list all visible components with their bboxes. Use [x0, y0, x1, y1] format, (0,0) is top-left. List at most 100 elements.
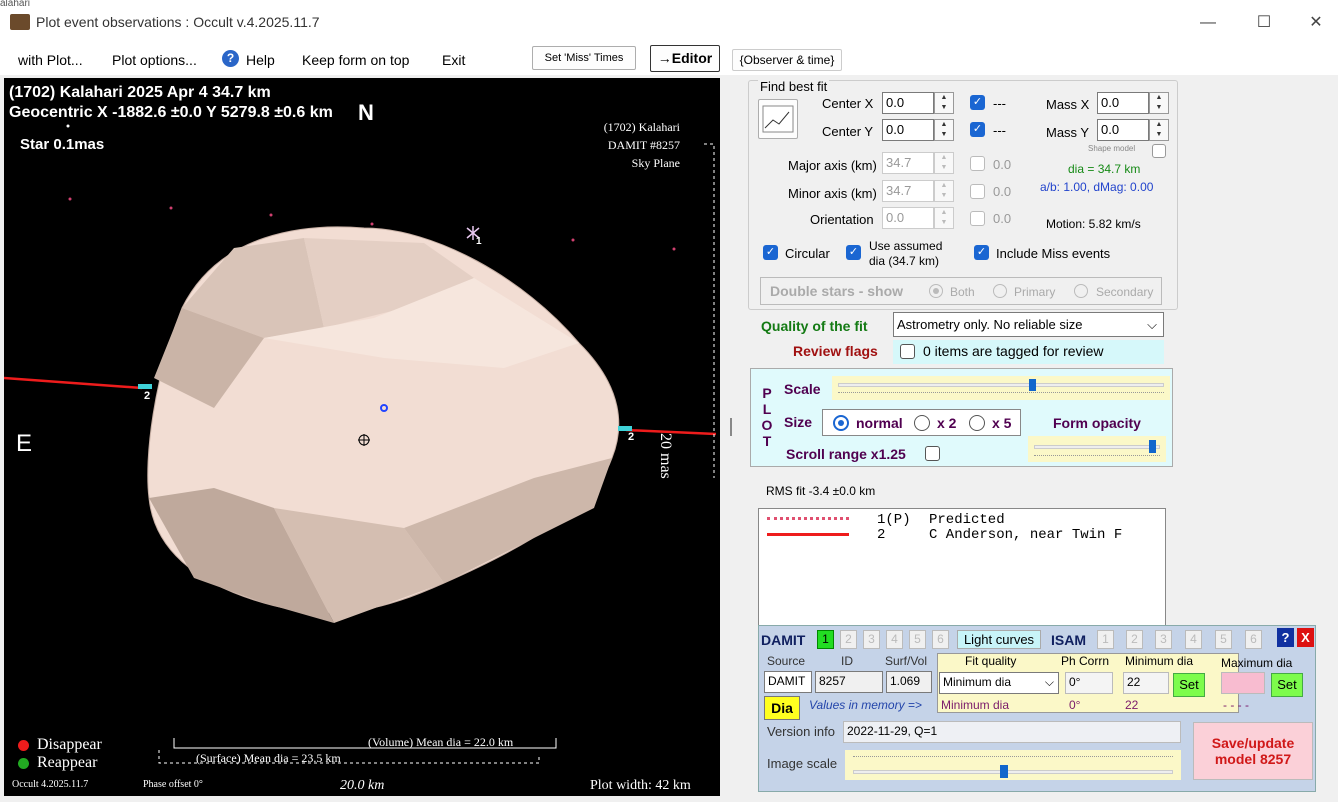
- plot-canvas[interactable]: (1702) Kalahari 2025 Apr 4 34.7 km Geoce…: [4, 78, 720, 796]
- mass-y-input[interactable]: 0.0: [1097, 119, 1149, 141]
- menu-bar: with Plot... Plot options... ? Help Keep…: [0, 45, 1338, 75]
- quality-select[interactable]: Astrometry only. No reliable size ⌵: [893, 312, 1164, 337]
- ph-corr-field[interactable]: 0°: [1065, 672, 1113, 694]
- opacity-slider-thumb[interactable]: [1149, 440, 1157, 453]
- mass-y-spinner[interactable]: ▲ ▼: [1149, 119, 1169, 141]
- menu-exit[interactable]: Exit: [436, 50, 471, 70]
- both-radio[interactable]: [929, 284, 943, 298]
- image-scale-thumb[interactable]: [1000, 765, 1008, 778]
- find-best-fit-button[interactable]: [758, 99, 798, 139]
- fit-quality-select[interactable]: Minimum dia ⌵: [939, 672, 1059, 694]
- shape-model-checkbox[interactable]: [1152, 144, 1166, 158]
- primary-radio[interactable]: [993, 284, 1007, 298]
- star-size-dot: [66, 124, 70, 128]
- isam-model-4[interactable]: 4: [1185, 630, 1202, 649]
- menu-help[interactable]: Help: [240, 50, 281, 70]
- chevron-down-icon: ⌵: [1147, 317, 1157, 332]
- min-dia-field[interactable]: 22: [1123, 672, 1169, 694]
- plot-title-line2: Geocentric X -1882.6 ±0.0 Y 5279.8 ±0.6 …: [9, 104, 333, 121]
- scroll-range-label: Scroll range x1.25: [786, 446, 906, 462]
- list-item[interactable]: 2C Anderson, near Twin F: [877, 527, 1122, 543]
- orientation-spinner[interactable]: ▲ ▼: [934, 207, 954, 229]
- observer-list[interactable]: 1(P) Predicted 2C Anderson, near Twin F: [758, 508, 1166, 626]
- major-axis-input[interactable]: 34.7: [882, 152, 934, 174]
- minor-axis-input[interactable]: 34.7: [882, 180, 934, 202]
- minor-axis-spinner[interactable]: ▲ ▼: [934, 180, 954, 202]
- chord-left-number: 2: [144, 390, 151, 402]
- size-x5-radio[interactable]: [969, 415, 985, 431]
- footer-version: Occult 4.2025.11.7: [12, 779, 89, 790]
- damit-model-6[interactable]: 6: [932, 630, 949, 649]
- isam-model-6[interactable]: 6: [1245, 630, 1262, 649]
- set-max-dia-button[interactable]: Set: [1271, 673, 1303, 697]
- orientation-input[interactable]: 0.0: [882, 207, 934, 229]
- menu-with-plot[interactable]: with Plot...: [12, 50, 89, 70]
- splitter-handle[interactable]: [730, 418, 732, 436]
- review-flags-checkbox[interactable]: [900, 344, 915, 359]
- editor-button[interactable]: →Editor: [650, 45, 720, 72]
- volume-dia-label: (Volume) Mean dia = 22.0 km: [368, 735, 514, 749]
- center-y-input[interactable]: 0.0: [882, 119, 934, 141]
- damit-model-4[interactable]: 4: [886, 630, 903, 649]
- isam-model-5[interactable]: 5: [1215, 630, 1232, 649]
- predicted-line-key: [767, 517, 849, 520]
- mass-x-input[interactable]: 0.0: [1097, 92, 1149, 114]
- light-curves-button[interactable]: Light curves: [957, 630, 1041, 649]
- asteroid-shape-svg: [4, 124, 717, 764]
- source-field[interactable]: DAMIT: [764, 671, 812, 693]
- orientation-checkbox[interactable]: [970, 211, 985, 226]
- menu-keep-on-top[interactable]: Keep form on top: [296, 50, 415, 70]
- dia-label: dia = 34.7 km: [1068, 162, 1141, 176]
- image-scale-slider[interactable]: [845, 750, 1181, 780]
- use-assumed-checkbox[interactable]: ✓: [846, 245, 861, 260]
- background-window-text: alahari: [0, 0, 31, 9]
- surf-vol-field[interactable]: 1.069: [886, 671, 932, 693]
- center-x-spinner[interactable]: ▲ ▼: [934, 92, 954, 114]
- help-button[interactable]: ?: [1277, 628, 1294, 647]
- isam-model-3[interactable]: 3: [1155, 630, 1172, 649]
- major-axis-spinner[interactable]: ▲ ▼: [934, 152, 954, 174]
- fit-group-label: Find best fit: [758, 79, 830, 94]
- menu-plot-options[interactable]: Plot options...: [106, 50, 203, 70]
- set-min-dia-button[interactable]: Set: [1173, 673, 1205, 697]
- center-x-input[interactable]: 0.0: [882, 92, 934, 114]
- list-item[interactable]: 1(P) Predicted: [877, 512, 1005, 528]
- opacity-slider[interactable]: [1028, 436, 1166, 462]
- damit-model-2[interactable]: 2: [840, 630, 857, 649]
- dia-button[interactable]: Dia: [764, 696, 800, 720]
- minimize-button[interactable]: —: [1188, 10, 1228, 36]
- max-dia-field[interactable]: [1221, 672, 1265, 694]
- mass-x-spinner[interactable]: ▲ ▼: [1149, 92, 1169, 114]
- maximize-button[interactable]: ☐: [1244, 10, 1284, 36]
- observer-time-button[interactable]: {Observer & time}: [732, 49, 842, 71]
- scale-mas-label: 20 mas: [657, 433, 674, 479]
- set-miss-times-button[interactable]: Set 'Miss' Times: [532, 46, 636, 70]
- minor-axis-checkbox[interactable]: [970, 184, 985, 199]
- size-x2-radio[interactable]: [914, 415, 930, 431]
- close-panel-button[interactable]: X: [1297, 628, 1314, 647]
- center-x-checkbox[interactable]: ✓: [970, 95, 985, 110]
- damit-model-5[interactable]: 5: [909, 630, 926, 649]
- size-normal-radio[interactable]: [833, 415, 849, 431]
- save-update-model-button[interactable]: Save/update model 8257: [1193, 722, 1313, 780]
- scale-slider-thumb[interactable]: [1029, 379, 1037, 391]
- major-axis-checkbox[interactable]: [970, 156, 985, 171]
- id-field[interactable]: 8257: [815, 671, 883, 693]
- isam-model-1[interactable]: 1: [1097, 630, 1114, 649]
- plot-vertical-label: PLOT: [761, 385, 773, 449]
- orientation-value: 0.0: [993, 211, 1012, 226]
- secondary-radio[interactable]: [1074, 284, 1088, 298]
- scale-slider[interactable]: [832, 376, 1170, 400]
- center-y-spinner[interactable]: ▲ ▼: [934, 119, 954, 141]
- damit-model-3[interactable]: 3: [863, 630, 880, 649]
- include-miss-checkbox[interactable]: ✓: [974, 245, 989, 260]
- isam-model-2[interactable]: 2: [1126, 630, 1143, 649]
- close-button[interactable]: ✕: [1296, 10, 1336, 36]
- reappear-dot: [18, 758, 29, 769]
- center-y-checkbox[interactable]: ✓: [970, 122, 985, 137]
- minor-axis-label: Minor axis (km): [788, 186, 877, 201]
- circular-checkbox[interactable]: ✓: [763, 245, 778, 260]
- damit-model-1[interactable]: 1: [817, 630, 834, 649]
- scroll-range-checkbox[interactable]: [925, 446, 940, 461]
- mass-y-label: Mass Y: [1046, 125, 1090, 140]
